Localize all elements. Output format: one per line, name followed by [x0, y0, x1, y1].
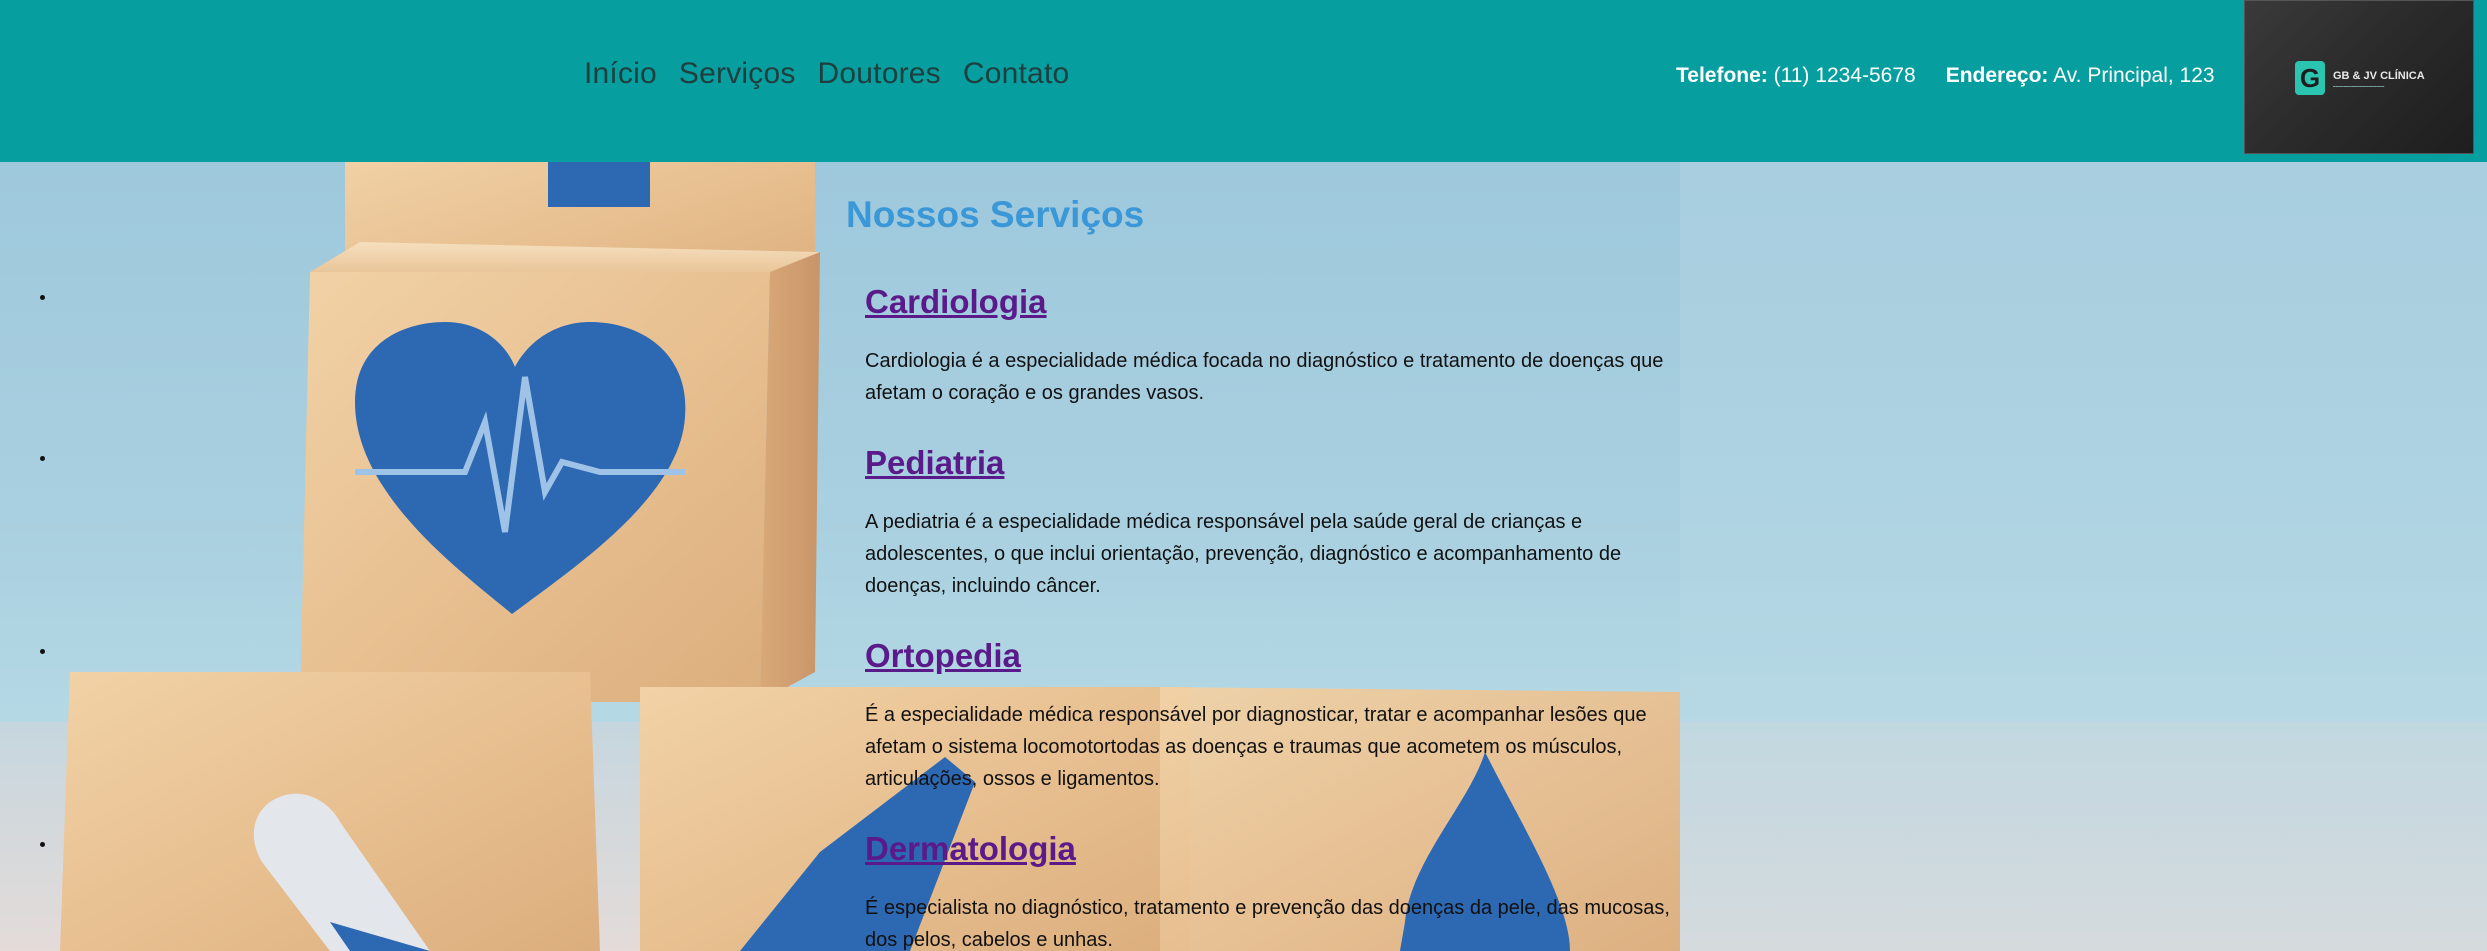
list-bullet [40, 456, 45, 461]
logo-title: GB & JV CLÍNICA [2333, 70, 2425, 82]
nav-link-contato[interactable]: Contato [963, 57, 1069, 91]
logo-tagline: ━━━━━━━━━━━━━━━━━━━ [2333, 84, 2385, 89]
service-description: Cardiologia é a especialidade médica foc… [865, 350, 1664, 404]
list-bullet [40, 842, 45, 847]
service-item-ortopedia: Ortopedia É a especialidade médica respo… [40, 637, 1675, 795]
list-bullet [40, 295, 45, 300]
phone-label: Telefone: [1676, 64, 1768, 87]
address-label: Endereço: [1945, 64, 2049, 87]
nav-link-doutores[interactable]: Doutores [818, 57, 941, 91]
service-description: A pediatria é a especialidade médica res… [865, 511, 1622, 597]
nav-link-servicos[interactable]: Serviços [679, 57, 796, 91]
service-item-dermatologia: Dermatologia É especialista no diagnósti… [40, 830, 1675, 951]
logo-mark-icon: G [2295, 61, 2325, 95]
service-item-pediatria: Pediatria A pediatria é a especialidade … [40, 444, 1675, 602]
service-link-ortopedia[interactable]: Ortopedia [865, 637, 1021, 674]
contact-info: Telefone: (11) 1234-5678 Endereço: Av. P… [1676, 64, 2215, 88]
address-info: Endereço: Av. Principal, 123 [1946, 64, 2215, 88]
clinic-logo[interactable]: G GB & JV CLÍNICA ━━━━━━━━━━━━━━━━━━━ [2244, 0, 2474, 154]
service-link-pediatria[interactable]: Pediatria [865, 444, 1004, 481]
service-link-dermatologia[interactable]: Dermatologia [865, 830, 1076, 867]
service-link-cardiologia[interactable]: Cardiologia [865, 283, 1047, 320]
nav-link-inicio[interactable]: Início [584, 57, 657, 91]
services-section: Nossos Serviços Cardiologia Cardiologia … [0, 162, 2487, 951]
phone-info: Telefone: (11) 1234-5678 [1676, 64, 1916, 88]
service-description: É especialista no diagnóstico, tratament… [865, 897, 1670, 951]
services-title: Nossos Serviços [846, 194, 1145, 235]
list-bullet [40, 649, 45, 654]
address-value: Av. Principal, 123 [2053, 64, 2215, 87]
site-header: Início Serviços Doutores Contato Telefon… [0, 0, 2487, 162]
phone-value: (11) 1234-5678 [1773, 64, 1916, 87]
page: Início Serviços Doutores Contato Telefon… [0, 0, 2487, 951]
service-description: É a especialidade médica responsável por… [865, 704, 1647, 790]
main-nav: Início Serviços Doutores Contato [584, 57, 1069, 91]
service-item-cardiologia: Cardiologia Cardiologia é a especialidad… [40, 283, 1675, 409]
